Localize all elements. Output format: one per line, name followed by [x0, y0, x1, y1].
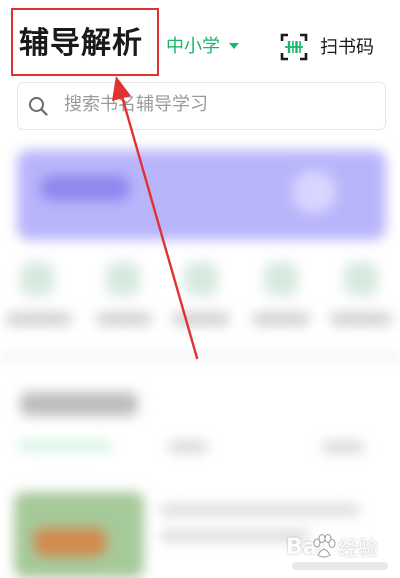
search-input[interactable]: 搜索书名辅导学习 [64, 94, 208, 116]
quick-nav-label-blurred [96, 312, 152, 326]
tab-blurred[interactable] [322, 441, 364, 453]
scan-book-code-button[interactable]: 扫书码 [320, 37, 374, 59]
quick-nav-label-blurred [172, 312, 230, 326]
section-title-blurred [20, 392, 138, 416]
tab-active-blurred[interactable] [17, 440, 113, 452]
book-title-blurred [160, 504, 360, 516]
watermark-subline-blurred [292, 562, 388, 570]
tab-blurred[interactable] [168, 441, 208, 453]
quick-nav-icon[interactable] [184, 262, 218, 296]
quick-nav-label-blurred [252, 312, 310, 326]
grade-selector[interactable]: 中小学 [166, 37, 220, 57]
watermark-brand-suffix: 经验 [338, 536, 378, 560]
quick-nav-icon[interactable] [106, 262, 140, 296]
banner-label-blurred [40, 175, 130, 201]
quick-nav-icon[interactable] [20, 262, 54, 296]
banner-icon-blurred [292, 170, 336, 214]
quick-nav-icon[interactable] [264, 262, 298, 296]
section-divider [0, 352, 400, 362]
quick-nav-label-blurred [6, 312, 72, 326]
quick-nav-icon[interactable] [344, 262, 378, 296]
quick-nav-label-blurred [330, 312, 392, 326]
scan-barcode-icon[interactable] [280, 33, 308, 61]
paw-icon [313, 534, 336, 558]
caret-down-icon[interactable] [229, 43, 239, 49]
book-cover-detail-blurred [34, 528, 106, 556]
page-title: 辅导解析 [19, 26, 143, 61]
app-header: 辅导解析 中小学 扫书码 [0, 0, 400, 80]
search-icon [29, 97, 48, 116]
